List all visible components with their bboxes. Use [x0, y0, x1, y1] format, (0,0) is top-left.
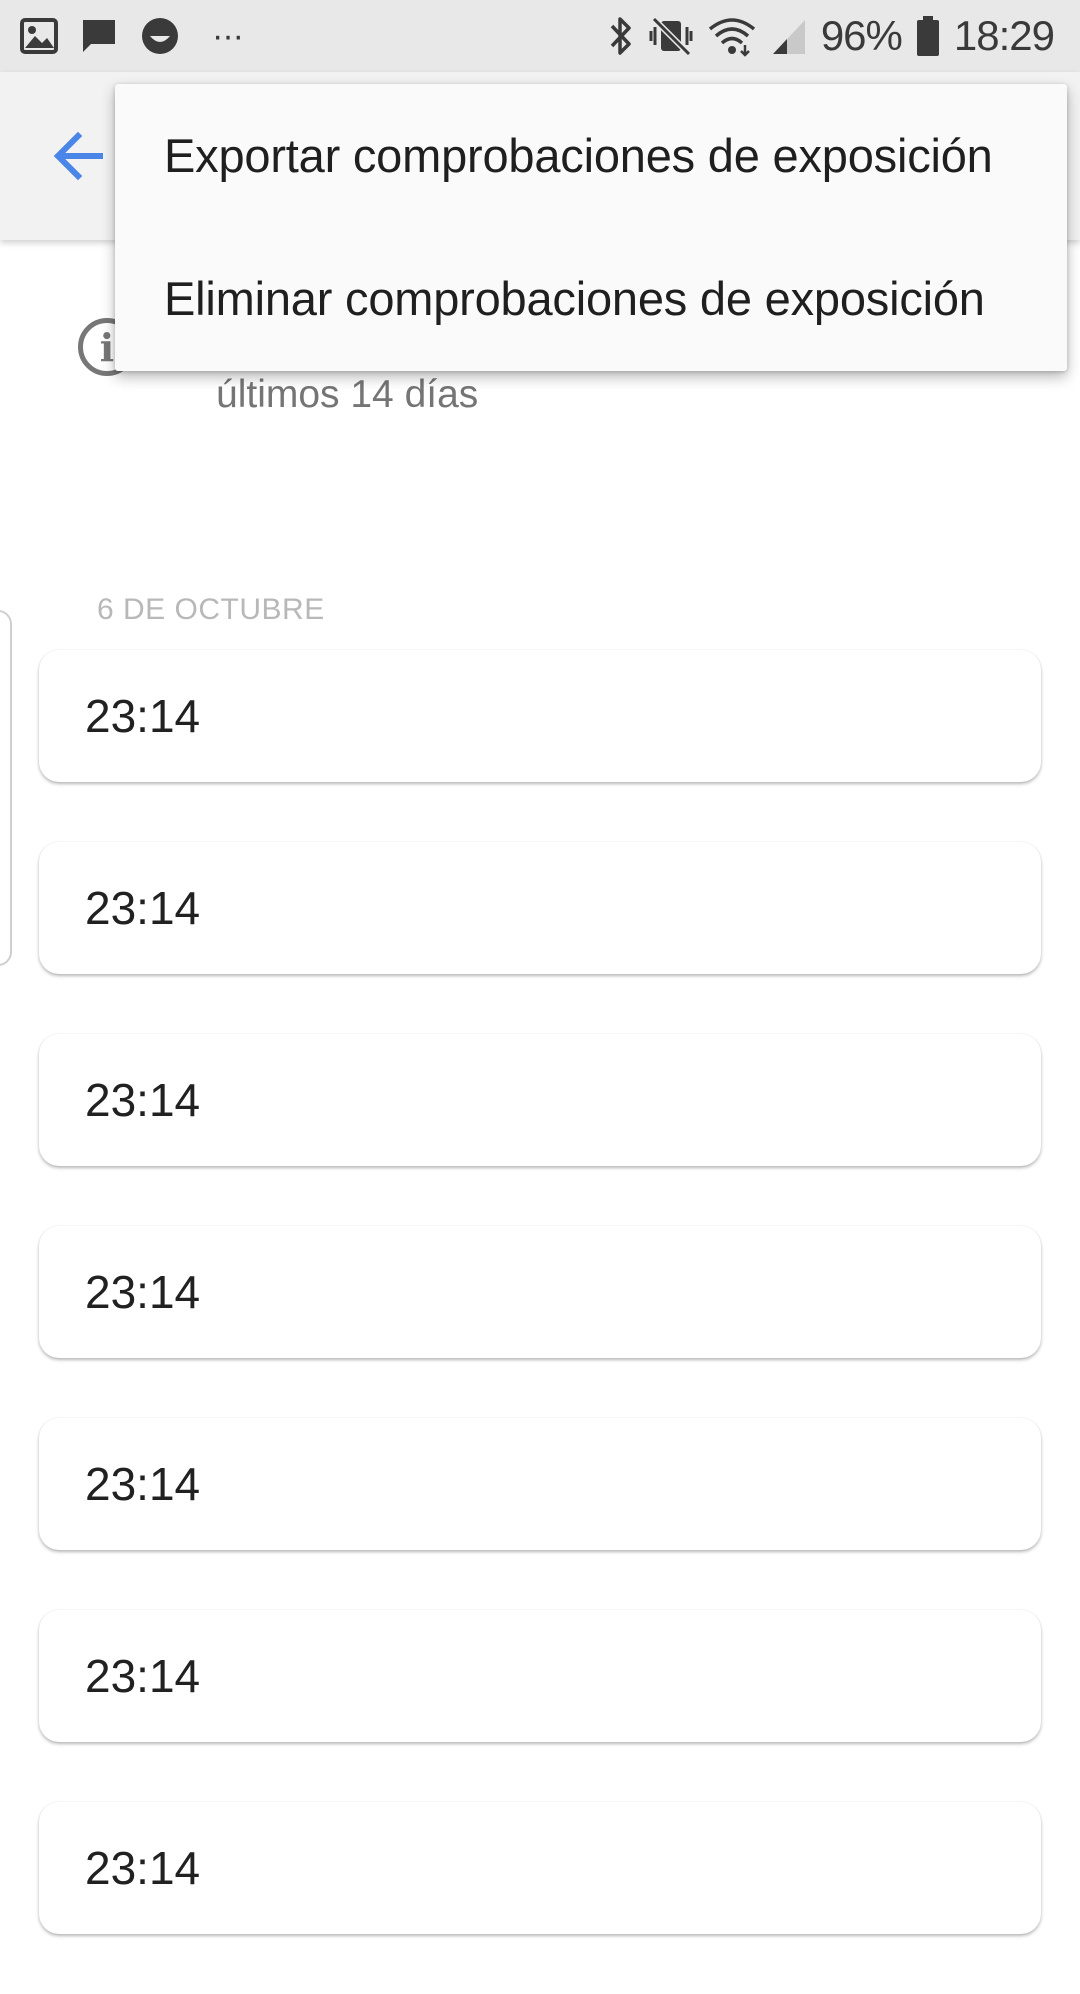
system-status: 96% 18:29 [607, 10, 1055, 62]
arrow-back-icon [50, 131, 106, 188]
list-item[interactable]: 23:14 [39, 1418, 1041, 1550]
status-time: 18:29 [953, 12, 1055, 59]
list-item[interactable]: 23:14 [39, 842, 1041, 974]
emoji-icon [140, 16, 180, 56]
section-date: 6 DE OCTUBRE [97, 593, 325, 626]
edge-panel-handle[interactable] [0, 610, 12, 966]
message-icon [80, 17, 118, 55]
wifi-icon [707, 15, 757, 57]
notification-icons: ··· [20, 14, 244, 58]
bluetooth-icon [607, 15, 635, 57]
list-item[interactable]: 23:14 [39, 1034, 1041, 1166]
more-icon: ··· [212, 16, 244, 55]
check-time: 23:14 [85, 1650, 201, 1702]
menu-item-delete[interactable]: Eliminar comprobaciones de exposición [115, 227, 1067, 370]
list-item[interactable]: 23:14 [39, 1610, 1041, 1742]
check-time: 23:14 [85, 882, 201, 934]
signal-icon [771, 16, 807, 56]
check-time: 23:14 [85, 1458, 201, 1510]
list-item[interactable]: 23:14 [39, 1226, 1041, 1358]
battery-percentage: 96% [820, 12, 903, 59]
list-item[interactable]: 23:14 [39, 650, 1041, 782]
check-time: 23:14 [85, 1842, 201, 1894]
check-time: 23:14 [85, 690, 201, 742]
check-time: 23:14 [85, 1266, 201, 1318]
menu-item-export[interactable]: Exportar comprobaciones de exposición [115, 84, 1067, 227]
status-bar: ··· 96% 18:29 [0, 0, 1080, 72]
list-item[interactable]: 23:14 [39, 1802, 1041, 1934]
image-icon [20, 18, 58, 54]
battery-icon [916, 15, 940, 57]
back-button[interactable] [50, 128, 120, 184]
check-time: 23:14 [85, 1074, 201, 1126]
overflow-menu: Exportar comprobaciones de exposición El… [115, 84, 1067, 371]
vibrate-mute-icon [649, 15, 693, 57]
exposure-check-list: 23:14 23:14 23:14 23:14 23:14 23:14 23:1… [39, 650, 1041, 1994]
